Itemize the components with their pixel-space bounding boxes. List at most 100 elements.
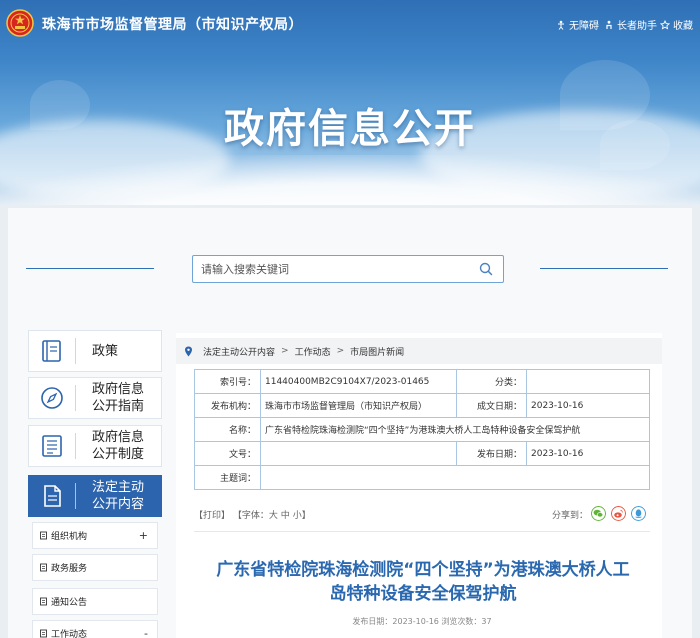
table-row: 索引号： 11440400MB2C9104X7/2023-01465 分类： [194, 369, 650, 394]
table-row: 文号： 发布日期： 2023-10-16 [194, 441, 650, 466]
location-pin-icon [185, 346, 192, 356]
table-row: 主题词： [194, 465, 650, 490]
nav-item-disclosure-system[interactable]: 政府信息 公开制度 [28, 425, 162, 467]
share-label: 分享到： [552, 511, 589, 521]
banner-title: 政府信息公开 [224, 106, 476, 152]
content-divider [194, 531, 650, 532]
wechat-icon[interactable] [591, 506, 606, 521]
nav-item-disclosure-guide[interactable]: 政府信息 公开指南 [28, 377, 162, 419]
meta-value: 2023-10-16 [526, 441, 650, 466]
expand-icon[interactable]: + [139, 529, 148, 542]
nav-separator [75, 433, 76, 459]
nav-separator [75, 338, 76, 364]
nav-separator [75, 483, 76, 509]
doc-bullet-icon [40, 597, 47, 606]
compass-icon [41, 387, 63, 409]
meta-label: 分类： [456, 369, 527, 394]
elder-assist-label: 长者助手 [617, 21, 657, 32]
bookmark-icon [660, 19, 670, 29]
font-size-end: 】 [301, 511, 311, 521]
subnav-item-label: 工作动态 [51, 630, 88, 638]
font-medium-link[interactable]: 中 [281, 511, 290, 521]
bookmark-link[interactable]: 收藏 [660, 17, 693, 32]
table-row: 发布机构： 珠海市市场监督管理局（市知识产权局） 成文日期： 2023-10-1… [194, 393, 650, 418]
nav-item-policy[interactable]: 政策 [28, 330, 162, 372]
subnav-item-government-services[interactable]: 政务服务 [32, 554, 158, 581]
nav-item-label: 法定主动 公开内容 [92, 479, 144, 513]
nav-item-label: 政府信息 公开制度 [92, 429, 144, 463]
doc-bullet-icon [40, 563, 47, 572]
accessibility-label: 无障碍 [569, 21, 599, 32]
document-icon [44, 485, 61, 507]
meta-value: 广东省特检院珠海检测院“四个坚持”为港珠澳大桥人工岛特种设备安全保驾护航 [260, 417, 650, 442]
meta-label: 名称： [194, 417, 261, 442]
meta-value [260, 465, 650, 490]
subnav-item-label: 组织机构 [51, 532, 88, 542]
nav-item-statutory-disclosure[interactable]: 法定主动 公开内容 [28, 475, 162, 517]
nav-item-label-line2: 公开内容 [92, 497, 145, 512]
search-divider-left [26, 268, 154, 269]
book-icon [42, 340, 61, 362]
subnav-item-work-updates[interactable]: 工作动态 - [32, 620, 158, 638]
meta-label: 索引号： [194, 369, 261, 394]
article-meta: 发布日期：2023-10-16 浏览次数：37 [352, 617, 492, 626]
breadcrumb-item[interactable]: 市局图片新闻 [350, 345, 404, 358]
meta-label: 文号： [194, 441, 261, 466]
article-title-line2: 岛特种设备安全保驾护航 [329, 584, 517, 604]
search-input[interactable] [201, 260, 471, 278]
accessibility-icon [558, 20, 564, 30]
doc-bullet-icon [40, 629, 47, 638]
meta-label: 发布机构： [194, 393, 261, 418]
document-metadata-table: 索引号： 11440400MB2C9104X7/2023-01465 分类： 发… [194, 369, 650, 490]
meta-value [526, 369, 650, 394]
font-small-link[interactable]: 小 [293, 511, 302, 521]
bookmark-label: 收藏 [673, 21, 693, 32]
font-size-label: 【字体： [232, 511, 269, 521]
print-link[interactable]: 【打印】 [194, 511, 230, 521]
meta-value: 2023-10-16 [526, 393, 650, 418]
breadcrumb-separator: > [336, 346, 345, 356]
nav-separator [75, 385, 76, 411]
article-title: 广东省特检院珠海检测院“四个坚持”为港珠澳大桥人工 岛特种设备安全保驾护航 [190, 558, 656, 606]
national-emblem-icon [6, 9, 34, 37]
subnav-item-notices[interactable]: 通知公告 [32, 588, 158, 615]
meta-label: 主题词： [194, 465, 261, 490]
meta-label: 成文日期： [456, 393, 527, 418]
banner-wave [0, 155, 700, 205]
search-icon[interactable] [479, 262, 493, 276]
search-box [192, 255, 504, 283]
collapse-icon[interactable]: - [144, 627, 148, 638]
subnav-item-label: 政务服务 [51, 564, 88, 574]
breadcrumb: 法定主动公开内容 > 工作动态 > 市局图片新闻 [176, 338, 662, 364]
nav-item-label-line2: 公开指南 [92, 399, 145, 414]
nav-item-label-line1: 政府信息 [92, 382, 145, 397]
doc-bullet-icon [40, 531, 47, 540]
table-row: 名称： 广东省特检院珠海检测院“四个坚持”为港珠澳大桥人工岛特种设备安全保驾护航 [194, 417, 650, 442]
meta-value [260, 441, 457, 466]
meta-value: 珠海市市场监督管理局（市知识产权局） [260, 393, 457, 418]
article-tools: 【打印】 【字体：大 中 小】 [194, 508, 311, 521]
nav-item-label-line1: 政府信息 [92, 430, 145, 445]
breadcrumb-separator: > [281, 346, 289, 356]
nav-item-label: 政策 [92, 343, 119, 359]
meta-label: 发布日期： [456, 441, 527, 466]
breadcrumb-item[interactable]: 法定主动公开内容 [203, 345, 275, 358]
subnav-item-organization[interactable]: 组织机构 + [32, 522, 158, 549]
header-banner: 珠海市市场监督管理局（市知识产权局） 无障碍 长者助手 收藏 政府信息公开 [0, 0, 700, 205]
elder-assist-link[interactable]: 长者助手 [604, 17, 657, 32]
site-title[interactable]: 珠海市市场监督管理局（市知识产权局） [42, 14, 303, 34]
nav-item-label: 政府信息 公开指南 [92, 381, 144, 415]
meta-value: 11440400MB2C9104X7/2023-01465 [260, 369, 457, 394]
accessibility-link[interactable]: 无障碍 [556, 17, 599, 32]
weibo-icon[interactable] [611, 506, 626, 521]
subnav-item-label: 通知公告 [51, 598, 88, 608]
breadcrumb-item[interactable]: 工作动态 [295, 345, 331, 358]
search-divider-right [540, 268, 668, 269]
list-doc-icon [42, 435, 62, 457]
qq-icon[interactable] [631, 506, 646, 521]
elder-assist-icon [606, 20, 612, 29]
font-large-link[interactable]: 大 [269, 511, 278, 521]
article-title-line1: 广东省特检院珠海检测院“四个坚持”为港珠澳大桥人工 [216, 560, 630, 580]
nav-item-label-line1: 法定主动 [92, 480, 145, 495]
nav-item-label-line2: 公开制度 [92, 447, 145, 462]
